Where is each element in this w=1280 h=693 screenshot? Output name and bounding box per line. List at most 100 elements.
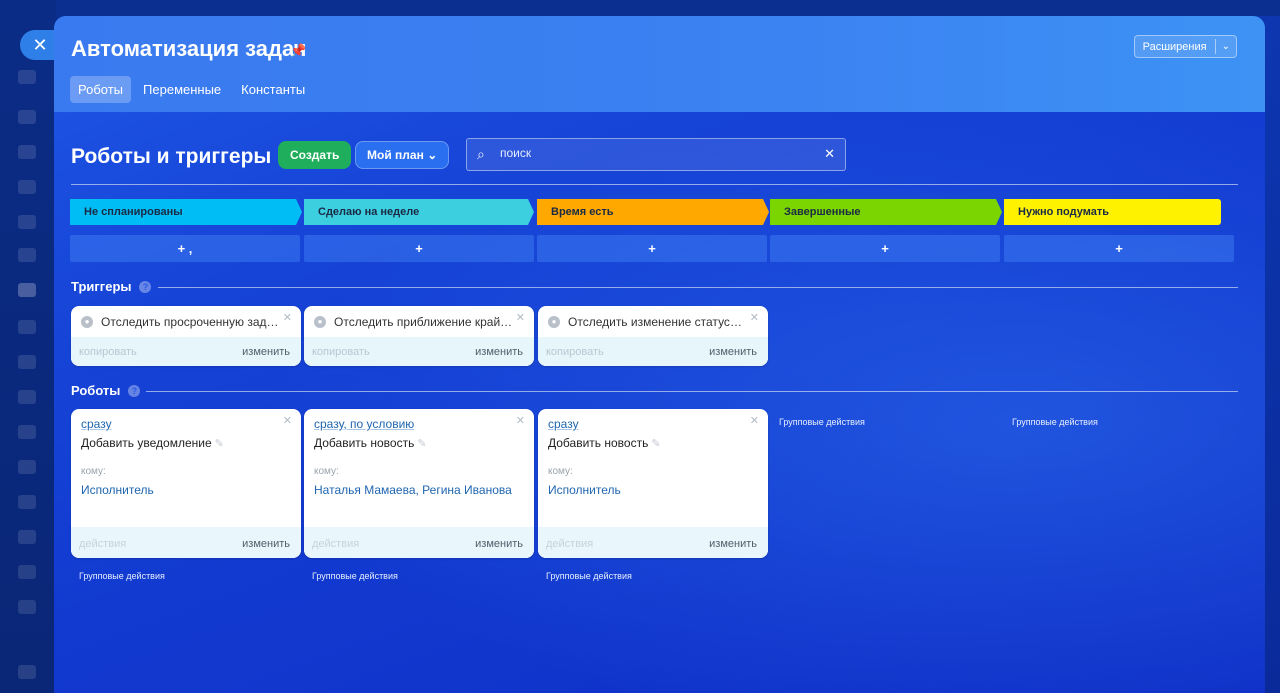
divider <box>146 391 1238 392</box>
recipient-value: Наталья Мамаева, Регина Иванова <box>314 483 512 497</box>
panel-header: Автоматизация задач 📌 Роботы Переменные … <box>54 16 1265 112</box>
sidebar-icon <box>18 355 36 369</box>
search-input[interactable] <box>500 146 800 160</box>
actions-link[interactable]: действия <box>546 538 593 550</box>
robot-card[interactable]: сразу Добавить новость ✎ кому: Исполнител… <box>538 409 768 558</box>
close-icon[interactable]: ✕ <box>516 414 525 427</box>
group-actions-link[interactable]: Групповые действия <box>546 571 632 581</box>
recipient-value: Исполнитель <box>81 483 154 497</box>
section-title: Роботы и триггеры <box>71 145 272 168</box>
recipient-label: кому: <box>314 466 339 477</box>
card-footer: действия изменить <box>71 527 301 558</box>
pencil-icon[interactable]: ✎ <box>417 438 426 450</box>
trigger-header: ● Отследить просроченную задачу <box>71 306 301 337</box>
card-footer: копировать изменить <box>538 337 768 366</box>
edit-link[interactable]: изменить <box>242 346 290 358</box>
group-actions-link[interactable]: Групповые действия <box>779 417 865 427</box>
tab-robots[interactable]: Роботы <box>70 76 132 103</box>
robots-label: Роботы ? <box>71 383 141 398</box>
trigger-header: ● Отследить изменение статуса за… <box>538 306 768 337</box>
sidebar-icon <box>18 145 36 159</box>
sidebar-icon <box>18 248 36 262</box>
add-robot-button[interactable]: + <box>770 235 1000 262</box>
robot-delay[interactable]: сразу, по условию <box>314 417 414 431</box>
chevron-down-icon[interactable]: ⌄ <box>1216 41 1236 52</box>
edit-link[interactable]: изменить <box>475 538 523 550</box>
group-actions-link[interactable]: Групповые действия <box>79 571 165 581</box>
create-button[interactable]: Создать <box>278 141 352 169</box>
actions-link[interactable]: действия <box>79 538 126 550</box>
stage-header[interactable]: Сделаю на неделе <box>304 199 534 225</box>
pencil-icon[interactable]: ✎ <box>215 438 224 450</box>
stage-header[interactable]: Не спланированы <box>70 199 302 225</box>
tab-constants[interactable]: Константы <box>233 76 313 103</box>
copy-link[interactable]: копировать <box>546 346 604 358</box>
close-icon[interactable]: ✕ <box>750 311 759 324</box>
sidebar-icon <box>18 110 36 124</box>
edit-link[interactable]: изменить <box>709 538 757 550</box>
card-footer: действия изменить <box>304 527 534 558</box>
robot-card[interactable]: сразу Добавить уведомление ✎ кому: Исполн… <box>71 409 301 558</box>
trigger-text: Отследить приближение крайне… <box>334 315 514 329</box>
help-icon[interactable]: ? <box>139 280 152 293</box>
close-icon[interactable]: ✕ <box>516 311 525 324</box>
edit-link[interactable]: изменить <box>475 346 523 358</box>
add-robot-button[interactable]: + , <box>70 235 300 262</box>
add-robot-button[interactable]: + <box>1004 235 1234 262</box>
add-robot-button[interactable]: + <box>537 235 767 262</box>
sidebar-icon <box>18 495 36 509</box>
edit-link[interactable]: изменить <box>709 346 757 358</box>
trigger-icon: ● <box>81 316 93 328</box>
stage-header[interactable]: Нужно подумать <box>1004 199 1221 225</box>
extensions-label: Расширения <box>1142 40 1207 53</box>
triggers-title: Триггеры <box>71 279 132 294</box>
plan-button[interactable]: Мой план ⌄ <box>355 141 450 169</box>
search-box[interactable]: ⌕ ✕ <box>466 138 846 171</box>
close-icon[interactable]: ✕ <box>283 311 292 324</box>
robot-delay[interactable]: сразу <box>81 417 112 431</box>
sidebar-icon <box>18 600 36 614</box>
trigger-text: Отследить просроченную задачу <box>101 315 281 329</box>
sidebar-icon <box>18 530 36 544</box>
stages: Не спланированы Сделаю на неделе Время е… <box>70 199 1234 225</box>
trigger-icon: ● <box>314 316 326 328</box>
actions-link[interactable]: действия <box>312 538 359 550</box>
robot-name: Добавить уведомление ✎ <box>81 436 224 450</box>
add-robot-button[interactable]: + <box>304 235 534 262</box>
copy-link[interactable]: копировать <box>79 346 137 358</box>
robot-name-text: Добавить новость <box>314 436 415 450</box>
clear-icon[interactable]: ✕ <box>824 146 835 162</box>
help-icon[interactable]: ? <box>128 384 141 397</box>
recipient-value: Исполнитель <box>548 483 621 497</box>
close-icon[interactable]: ✕ <box>750 414 759 427</box>
plan-label: Мой план <box>367 148 424 162</box>
robot-card[interactable]: сразу, по условию Добавить новость ✎ кому… <box>304 409 534 558</box>
robot-name: Добавить новость ✎ <box>548 436 661 450</box>
stage-header[interactable]: Время есть <box>537 199 769 225</box>
trigger-card[interactable]: ● Отследить изменение статуса за… ✕ копи… <box>538 306 768 366</box>
sidebar-icon <box>18 70 36 84</box>
top-strip <box>56 0 1280 16</box>
trigger-card[interactable]: ● Отследить просроченную задачу ✕ копиро… <box>71 306 301 366</box>
pin-icon[interactable]: 📌 <box>290 43 306 59</box>
close-icon[interactable]: ✕ <box>283 414 292 427</box>
recipient-label: кому: <box>548 466 573 477</box>
edit-link[interactable]: изменить <box>242 538 290 550</box>
tabs: Роботы Переменные Константы <box>70 76 313 103</box>
tab-variables[interactable]: Переменные <box>135 76 229 103</box>
copy-link[interactable]: копировать <box>312 346 370 358</box>
divider <box>158 287 1238 288</box>
automation-panel: Автоматизация задач 📌 Роботы Переменные … <box>54 16 1265 693</box>
sidebar-icon <box>18 320 36 334</box>
triggers-label: Триггеры ? <box>71 279 152 294</box>
pencil-icon[interactable]: ✎ <box>651 438 660 450</box>
group-actions-link[interactable]: Групповые действия <box>312 571 398 581</box>
group-actions-link[interactable]: Групповые действия <box>1012 417 1098 427</box>
search-icon: ⌕ <box>477 146 485 162</box>
trigger-card[interactable]: ● Отследить приближение крайне… ✕ копиро… <box>304 306 534 366</box>
extensions-button[interactable]: Расширения ⌄ <box>1133 35 1237 58</box>
sidebar-icon <box>18 215 36 229</box>
robot-delay[interactable]: сразу <box>548 417 579 431</box>
stage-header[interactable]: Завершенные <box>770 199 1002 225</box>
sidebar-icon <box>18 460 36 474</box>
